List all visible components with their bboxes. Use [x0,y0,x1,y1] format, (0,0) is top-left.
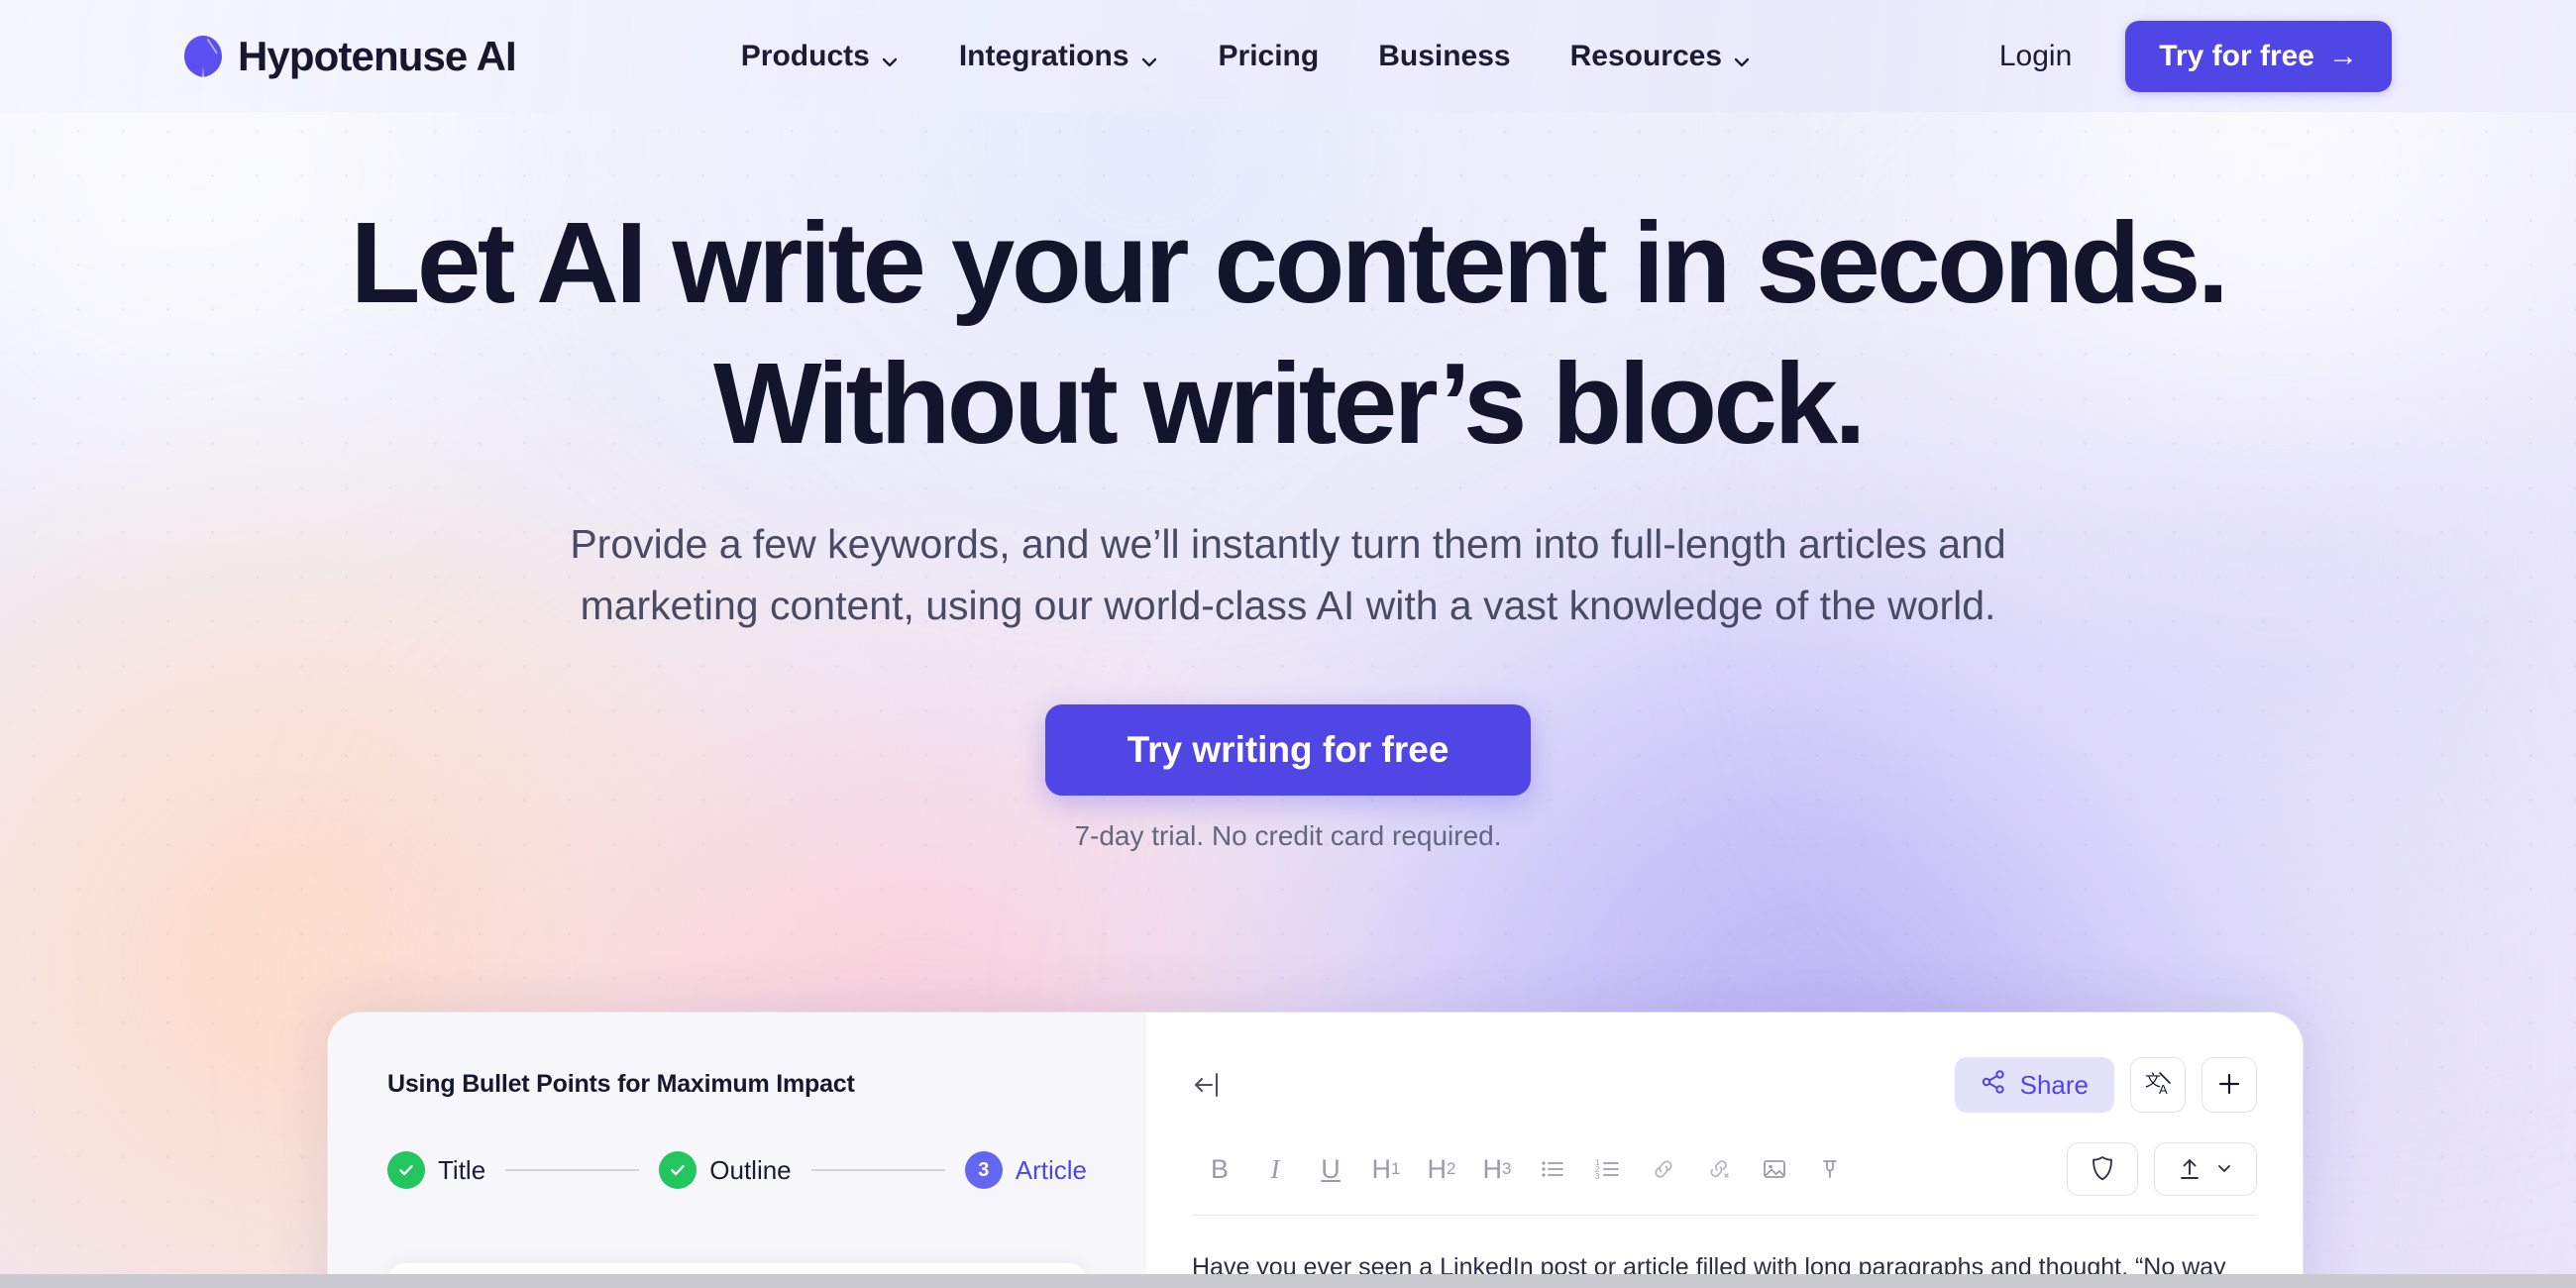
horizontal-scrollbar[interactable] [0,1274,2576,1288]
heading-2-icon[interactable]: H2 [1414,1143,1469,1195]
document-title: Using Bullet Points for Maximum Impact [387,1070,855,1098]
shield-icon [2090,1154,2115,1185]
share-label: Share [2019,1069,2089,1100]
headline-line-1: Let AI write your content in seconds. [350,198,2229,327]
trial-note: 7-day trial. No credit card required. [1074,819,1502,851]
arrow-right-icon: → [2328,39,2358,72]
nav-item-pricing-label: Pricing [1218,39,1320,72]
subhead-line-2: marketing content, using our world-class… [580,583,1996,629]
mock-left-panel: Using Bullet Points for Maximum Impact T… [328,1013,1146,1288]
site-header: Hypotenuse AI Products Integrations Pric… [0,0,2576,112]
svg-text:A: A [2159,1082,2168,1097]
nav-item-pricing[interactable]: Pricing [1189,40,1349,73]
nav-item-business-label: Business [1378,39,1511,72]
step-outline-label: Outline [709,1154,792,1185]
step-article-label: Article [1015,1154,1088,1185]
italic-icon[interactable]: I [1247,1143,1303,1195]
login-link[interactable]: Login [1946,40,2125,73]
editor-format-toolbar: B I U H1 H2 H3 1 2 3 [1192,1142,2257,1196]
step-number-badge: 3 [964,1151,1003,1189]
brand-name: Hypotenuse AI [238,32,517,79]
workflow-stepper: Title Outline 3 Article [387,1151,1087,1189]
translate-icon: 文 A [2143,1069,2173,1102]
check-icon [659,1151,698,1189]
nav-item-integrations[interactable]: Integrations [929,40,1189,73]
try-writing-for-free-button[interactable]: Try writing for free [1045,703,1531,796]
primary-nav: Products Integrations Pricing Business R… [711,40,1781,73]
underline-icon[interactable]: U [1303,1143,1358,1195]
image-icon[interactable] [1747,1143,1802,1195]
try-for-free-button[interactable]: Try for free → [2125,20,2392,92]
share-icon [1981,1069,2006,1102]
numbered-list-icon[interactable]: 1 2 3 [1580,1143,1636,1195]
header-actions: Login Try for free → [1946,20,2392,92]
nav-item-integrations-label: Integrations [958,39,1129,72]
heading-1-icon[interactable]: H1 [1358,1143,1414,1195]
chevron-down-icon [2214,1158,2234,1181]
translate-icon-button[interactable]: 文 A [2130,1057,2186,1113]
chevron-down-icon [1139,47,1159,66]
link-icon[interactable] [1636,1143,1691,1195]
bullet-list-icon[interactable] [1525,1143,1580,1195]
mock-editor-panel: Share 文 A B I U H 1 H 2 H 3 1 2 3 Have y… [1146,1013,2303,1288]
hero-cta-group: Try writing for free 7-day trial. No cre… [0,703,2576,852]
try-for-free-label: Try for free [2159,39,2314,72]
upload-icon [2177,1154,2202,1185]
editor-divider [1192,1215,2257,1216]
editor-actions: Share 文 A [1954,1057,2257,1113]
step-title-label: Title [438,1154,486,1185]
step-title[interactable]: Title [387,1151,485,1189]
brand-logo[interactable]: Hypotenuse AI [184,32,517,80]
page-title: Let AI write your content in seconds. Wi… [0,193,2576,474]
nav-item-resources[interactable]: Resources [1541,40,1781,73]
collapse-left-icon[interactable] [1192,1068,1232,1102]
step-article[interactable]: 3 Article [964,1151,1088,1189]
hypotenuse-petal-logo-icon [184,35,222,77]
share-button[interactable]: Share [1954,1057,2114,1113]
plus-icon [2215,1070,2243,1101]
editor-secondary-actions [2067,1142,2257,1196]
subhead-line-1: Provide a few keywords, and we’ll instan… [570,521,2006,568]
editor-toolbar-top: Share 文 A [1192,1054,2257,1116]
unlink-icon[interactable] [1691,1143,1747,1195]
hero-subheading: Provide a few keywords, and we’ll instan… [0,513,2576,637]
chevron-down-icon [1732,47,1752,66]
stepper-connector [810,1169,945,1171]
nav-item-business[interactable]: Business [1348,40,1540,73]
svg-text:3: 3 [1595,1172,1600,1181]
shield-button[interactable] [2067,1142,2138,1196]
export-button[interactable] [2154,1142,2257,1196]
highlighter-icon[interactable] [1802,1143,1858,1195]
nav-item-resources-label: Resources [1569,39,1723,72]
hero-section: Let AI write your content in seconds. Wi… [0,112,2576,852]
app-preview-mockup: Using Bullet Points for Maximum Impact T… [328,1013,2303,1288]
nav-item-products[interactable]: Products [711,40,929,73]
chevron-down-icon [880,47,900,66]
stepper-connector [505,1169,640,1171]
bold-icon[interactable]: B [1192,1143,1247,1195]
step-outline[interactable]: Outline [659,1151,792,1189]
add-button[interactable] [2201,1057,2257,1113]
headline-line-2: Without writer’s block. [712,338,1867,468]
heading-3-icon[interactable]: H3 [1469,1143,1525,1195]
check-icon [387,1151,425,1189]
landing-page: Hypotenuse AI Products Integrations Pric… [0,0,2576,1288]
nav-item-products-label: Products [740,39,870,72]
